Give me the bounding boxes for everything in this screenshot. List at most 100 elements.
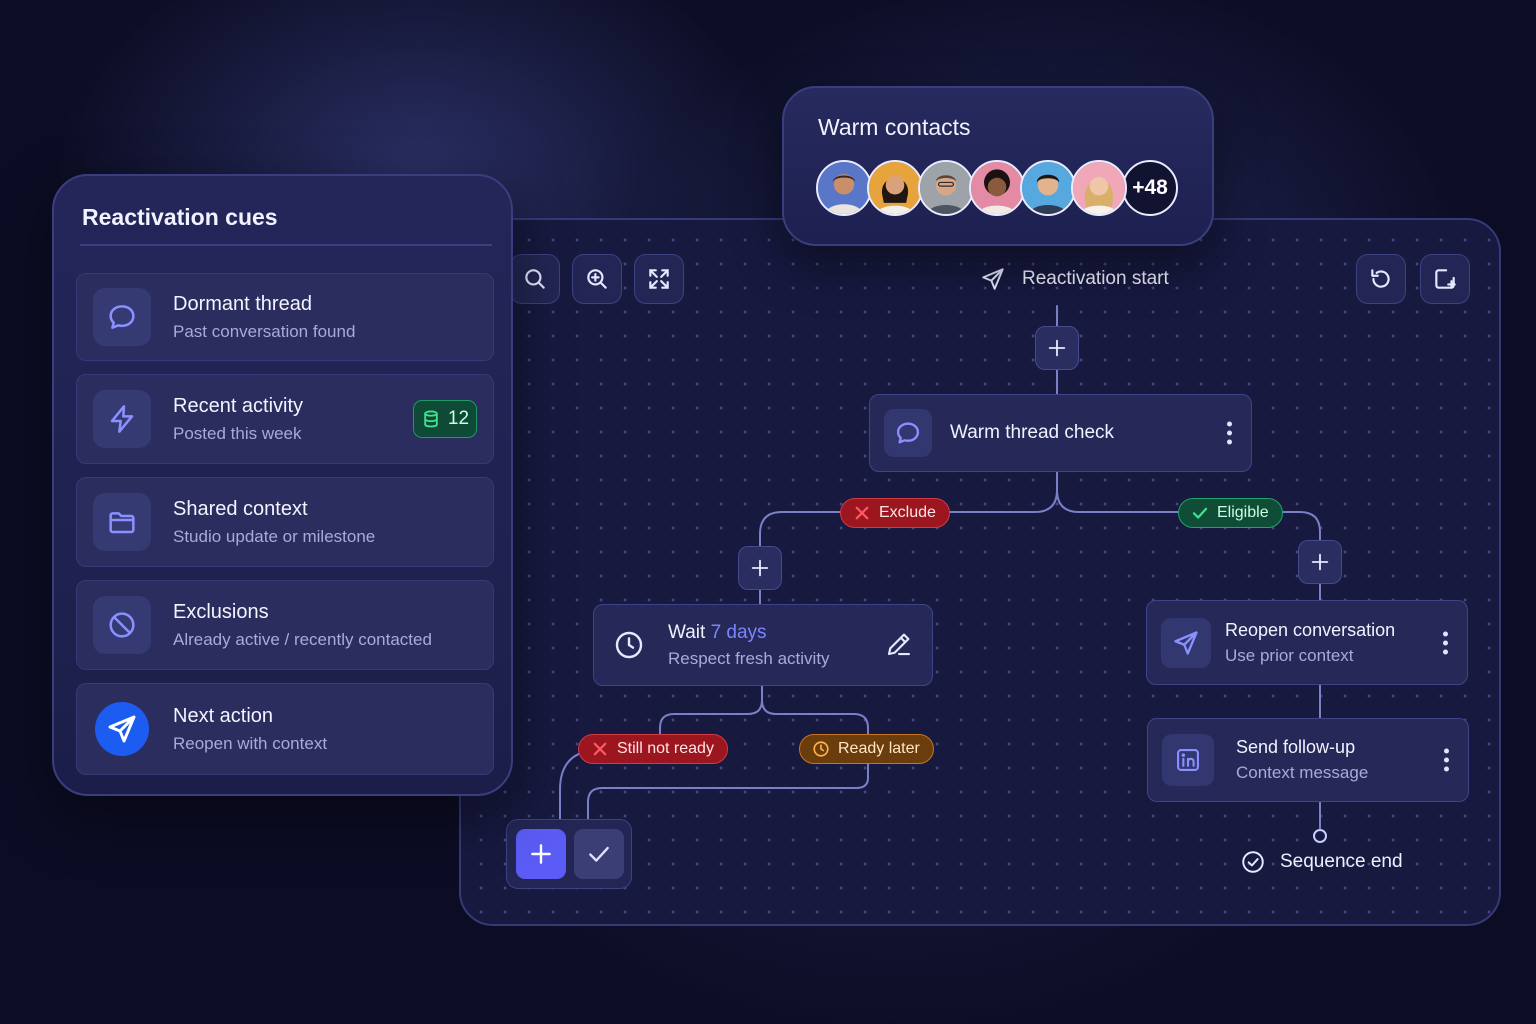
clock-icon bbox=[813, 741, 829, 757]
cue-exclusions[interactable]: Exclusions Already active / recently con… bbox=[76, 580, 494, 670]
send-icon bbox=[1174, 630, 1198, 655]
node-subtitle: Use prior context bbox=[1225, 645, 1354, 665]
prohibited-icon bbox=[109, 612, 135, 638]
plus-icon bbox=[531, 844, 551, 864]
zoom-in-button[interactable] bbox=[572, 254, 622, 304]
node-title: Reopen conversation bbox=[1225, 619, 1396, 640]
pill-label: Ready later bbox=[838, 740, 920, 757]
avatar[interactable] bbox=[1020, 160, 1076, 216]
fullscreen-button[interactable] bbox=[634, 254, 684, 304]
warm-thread-check-node[interactable]: Warm thread check bbox=[869, 394, 1252, 472]
add-button[interactable] bbox=[516, 829, 566, 879]
lightning-icon bbox=[110, 405, 134, 433]
panel-title: Reactivation cues bbox=[82, 204, 278, 230]
cue-dormant-thread[interactable]: Dormant thread Past conversation found bbox=[76, 273, 494, 361]
avatar[interactable] bbox=[867, 160, 923, 216]
avatar[interactable] bbox=[918, 160, 974, 216]
plus-icon bbox=[1048, 339, 1066, 357]
avatar-photo bbox=[1073, 162, 1125, 214]
cue-shared-context[interactable]: Shared context Studio update or mileston… bbox=[76, 477, 494, 567]
reactivation-cues-panel: Reactivation cues Dormant thread Past co… bbox=[52, 174, 513, 796]
folder-icon bbox=[109, 512, 135, 534]
node-menu-button[interactable] bbox=[1444, 748, 1450, 772]
cue-text: Next action Reopen with context bbox=[173, 705, 327, 754]
avatar-photo bbox=[818, 162, 870, 214]
reopen-node-text: Reopen conversation Use prior context bbox=[1225, 620, 1395, 666]
search-icon bbox=[525, 269, 545, 289]
chat-bubble-icon bbox=[896, 422, 920, 444]
pencil-icon[interactable] bbox=[884, 629, 914, 659]
cue-subtitle: Already active / recently contacted bbox=[173, 629, 432, 649]
undo-button[interactable] bbox=[1356, 254, 1406, 304]
send-follow-up-node[interactable]: Send follow-up Context message bbox=[1147, 718, 1469, 802]
avatar[interactable] bbox=[1071, 160, 1127, 216]
node-menu-button[interactable] bbox=[1443, 631, 1449, 654]
plus-icon bbox=[751, 559, 769, 577]
cue-recent-activity[interactable]: Recent activity Posted this week 12 bbox=[76, 374, 494, 464]
avatar-photo bbox=[971, 162, 1023, 214]
node-icon-box bbox=[1162, 734, 1214, 786]
eligible-branch-pill[interactable]: Eligible bbox=[1178, 498, 1283, 528]
linkedin-icon bbox=[1177, 749, 1199, 771]
send-icon bbox=[108, 715, 136, 743]
pill-label: Eligible bbox=[1217, 504, 1269, 521]
node-title: Warm thread check bbox=[950, 422, 1115, 443]
cue-icon-box bbox=[93, 390, 151, 448]
add-step-button-top[interactable] bbox=[1035, 326, 1079, 370]
cue-text: Recent activity Posted this week bbox=[173, 395, 303, 444]
avatar[interactable] bbox=[969, 160, 1025, 216]
badge-count: 12 bbox=[447, 408, 470, 429]
cue-text: Exclusions Already active / recently con… bbox=[173, 601, 432, 650]
check-icon bbox=[589, 846, 609, 862]
wait-title-prefix: Wait bbox=[668, 621, 706, 643]
wait-node-text: Wait 7 days Respect fresh activity bbox=[668, 622, 830, 669]
follow-up-node-text: Send follow-up Context message bbox=[1236, 737, 1368, 783]
add-note-button[interactable] bbox=[1420, 254, 1470, 304]
panel-divider bbox=[80, 244, 492, 246]
sequence-end: Sequence end bbox=[1240, 846, 1403, 878]
add-step-button-eligible[interactable] bbox=[1298, 540, 1342, 584]
ready-later-pill[interactable]: Ready later bbox=[799, 734, 934, 764]
cue-icon-box bbox=[93, 596, 151, 654]
node-menu-button[interactable] bbox=[1227, 421, 1233, 445]
cue-icon-box bbox=[95, 702, 149, 756]
search-button[interactable] bbox=[510, 254, 560, 304]
avatar-photo bbox=[1022, 162, 1074, 214]
wait-node[interactable]: Wait 7 days Respect fresh activity bbox=[593, 604, 933, 686]
wait-duration[interactable]: 7 days bbox=[711, 622, 767, 643]
cue-title: Exclusions bbox=[173, 600, 269, 623]
fullscreen-icon bbox=[649, 269, 669, 289]
avatar-stack[interactable]: +48 bbox=[816, 160, 1178, 220]
database-icon bbox=[424, 410, 438, 428]
avatar-photo bbox=[869, 162, 921, 214]
check-circle-icon bbox=[1242, 851, 1264, 873]
still-not-ready-pill[interactable]: Still not ready bbox=[578, 734, 728, 764]
cue-title: Next action bbox=[173, 704, 274, 727]
card-title: Warm contacts bbox=[818, 114, 971, 140]
cue-subtitle: Past conversation found bbox=[173, 321, 356, 341]
reactivation-start[interactable]: Reactivation start bbox=[980, 262, 1169, 296]
cue-title: Shared context bbox=[173, 497, 308, 520]
warm-contacts-card: Warm contacts +48 bbox=[782, 86, 1214, 246]
send-outline-icon bbox=[982, 268, 1004, 290]
avatar[interactable] bbox=[816, 160, 872, 216]
cue-next-action[interactable]: Next action Reopen with context bbox=[76, 683, 494, 775]
exclude-branch-pill[interactable]: Exclude bbox=[840, 498, 950, 528]
clock-icon bbox=[615, 631, 643, 659]
plus-icon bbox=[1311, 553, 1329, 571]
node-icon-box bbox=[1161, 617, 1211, 668]
add-note-icon bbox=[1435, 269, 1456, 289]
more-contacts-count[interactable]: +48 bbox=[1122, 160, 1178, 216]
pill-label: Still not ready bbox=[617, 740, 714, 757]
undo-icon bbox=[1371, 269, 1390, 288]
wait-subtitle: Respect fresh activity bbox=[668, 648, 830, 668]
node-icon-box bbox=[884, 409, 932, 457]
cue-title: Recent activity bbox=[173, 394, 304, 417]
avatar-photo bbox=[920, 162, 972, 214]
add-step-button-exclude[interactable] bbox=[738, 546, 782, 590]
x-icon bbox=[593, 742, 607, 756]
pill-label: Exclude bbox=[879, 504, 936, 521]
reopen-conversation-node[interactable]: Reopen conversation Use prior context bbox=[1146, 600, 1468, 685]
confirm-button[interactable] bbox=[574, 829, 624, 879]
cue-icon-box bbox=[93, 288, 151, 346]
